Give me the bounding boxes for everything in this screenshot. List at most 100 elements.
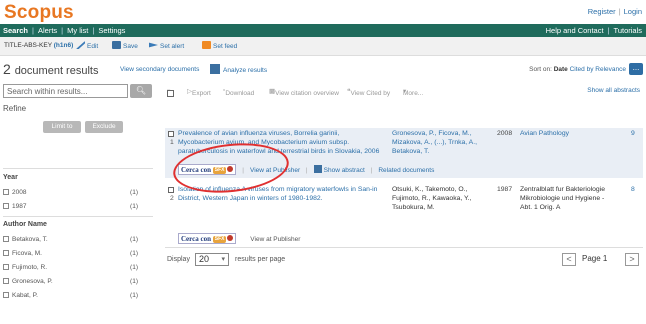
nav-settings[interactable]: Settings [98, 26, 125, 35]
results-toolbar: ▾ ▷ Export ▫ Download ▩ View citation ov… [165, 84, 643, 98]
checkbox[interactable] [3, 189, 9, 195]
sort-cited-by[interactable]: Cited by [570, 66, 594, 73]
sort-date[interactable]: Date [554, 66, 568, 73]
page-number: Page 1 [582, 254, 608, 263]
nav-my-list[interactable]: My list [67, 26, 88, 35]
divider [3, 216, 153, 217]
result-row-2: 2 Isolation of influenza A viruses from … [165, 184, 643, 220]
facet-year-2008[interactable]: 2008 (1) [3, 189, 138, 196]
year-facet-title: Year [3, 174, 18, 181]
register-link[interactable]: Register [588, 7, 616, 16]
result-row-1: 1 Prevalence of avian influenza viruses,… [165, 128, 643, 178]
save-icon [112, 41, 121, 49]
nav-help-contact[interactable]: Help and Contact [546, 26, 604, 35]
facet-author[interactable]: Ficova, M. (1) [3, 250, 138, 257]
results-main: ▾ ▷ Export ▫ Download ▩ View citation ov… [165, 84, 646, 324]
facet-author[interactable]: Fujimoto, R. (1) [3, 264, 138, 271]
search-within-button[interactable]: 🔍︎ [130, 84, 152, 98]
main-nav: Search | Alerts | My list | Settings Help and … [0, 24, 646, 37]
results-header: 2 document results View secondary docume… [0, 56, 646, 84]
sort-options: Sort on: Date Cited by Relevance [529, 66, 626, 73]
result-2-actions: Cerca con SFX View at Publisher [178, 233, 300, 244]
query-bar: TITLE-ABS-KEY (h1n6) Edit Save Set alert… [0, 37, 646, 56]
result-source[interactable]: Zentralblatt fur Bakteriologie Mikrobiol… [520, 185, 620, 212]
show-abstract-link[interactable]: Show abstract [313, 165, 365, 174]
result-year: 2008 [497, 130, 513, 137]
checkbox[interactable] [3, 236, 9, 242]
edit-button[interactable]: Edit [76, 41, 98, 50]
search-icon: 🔍︎ [135, 86, 147, 95]
related-documents-link[interactable]: Related documents [378, 167, 434, 174]
cerca-con-sfx-button[interactable]: Cerca con SFX [178, 164, 237, 175]
citation-overview-button[interactable]: ▩ View citation overview [269, 87, 339, 97]
view-publisher-link[interactable]: View at Publisher [250, 167, 300, 174]
checkbox[interactable] [3, 264, 9, 270]
checkbox[interactable] [3, 292, 9, 298]
result-title-link[interactable]: Prevalence of avian influenza viruses, B… [178, 129, 392, 156]
result-number: 1 [170, 139, 174, 146]
show-all-abstracts-link[interactable]: Show all abstracts [587, 87, 640, 94]
result-number: 2 [170, 195, 174, 202]
search-within-input[interactable]: Search within results... [3, 84, 128, 98]
save-button[interactable]: Save [112, 41, 138, 50]
login-link[interactable]: Login [624, 7, 642, 16]
set-alert-button[interactable]: Set alert [149, 41, 184, 50]
checkbox[interactable] [3, 250, 9, 256]
analyze-results-link[interactable]: Analyze results [210, 64, 267, 74]
pagination-bar: Display 20 ▾ results per page < Page 1 > [165, 247, 643, 267]
cerca-con-sfx-button[interactable]: Cerca con SFX [178, 233, 237, 244]
pager: < Page 1 > [562, 253, 640, 266]
result-checkbox[interactable] [168, 187, 174, 193]
alert-icon [149, 42, 158, 48]
query-string: TITLE-ABS-KEY (h1n6) [4, 42, 74, 49]
sort-more-button[interactable]: ... [629, 63, 643, 75]
author-facet-title: Author Name [3, 221, 47, 228]
account-links: Register | Login [587, 7, 642, 16]
view-secondary-link[interactable]: View secondary documents [120, 66, 199, 73]
facet-author[interactable]: Betakova, T. (1) [3, 236, 138, 243]
checkbox[interactable] [3, 278, 9, 284]
result-source-link[interactable]: Avian Pathology [520, 129, 620, 138]
set-feed-button[interactable]: Set feed [202, 41, 237, 50]
cited-by-button[interactable]: ❝ View Cited by [347, 87, 390, 97]
result-actions: Cerca con SFX | View at Publisher | Show a… [178, 164, 434, 176]
more-menu[interactable]: More... ▾ [403, 87, 423, 97]
display-label: Display [167, 256, 190, 263]
divider [3, 168, 153, 169]
view-publisher-link[interactable]: View at Publisher [250, 236, 300, 243]
select-all-checkbox[interactable]: ▾ [167, 87, 174, 97]
result-authors[interactable]: Otsuki, K., Takemoto, O., Fujimoto, R., … [392, 185, 495, 212]
sfx-logo: SFX [212, 167, 227, 174]
limit-to-button[interactable]: Limit to [43, 121, 81, 133]
per-page-label: results per page [235, 256, 286, 263]
result-authors[interactable]: Gronesova, P., Ficova, M., Mizakova, A.,… [392, 129, 495, 156]
top-header: Scopus Register | Login [0, 0, 646, 24]
nav-alerts[interactable]: Alerts [38, 26, 57, 35]
results-per-page-select[interactable]: 20 ▾ [195, 253, 229, 266]
download-button[interactable]: ▫ Download [223, 87, 254, 97]
checkbox[interactable] [3, 203, 9, 209]
nav-tutorials[interactable]: Tutorials [614, 26, 642, 35]
abstract-icon [313, 165, 322, 173]
export-button[interactable]: ▷ Export [187, 87, 211, 97]
rss-feed-icon [202, 41, 211, 49]
result-cited-count[interactable]: 9 [631, 129, 635, 138]
result-checkbox[interactable] [168, 131, 174, 137]
refine-heading: Refine [3, 104, 27, 113]
sort-relevance[interactable]: Relevance [595, 66, 626, 73]
chart-icon [210, 64, 220, 74]
pencil-icon [76, 41, 85, 49]
exclude-button[interactable]: Exclude [85, 121, 123, 133]
nav-search[interactable]: Search [3, 26, 28, 35]
result-cited-count[interactable]: 8 [631, 185, 635, 194]
result-title-link[interactable]: Isolation of influenza A viruses from mi… [178, 185, 392, 203]
results-count: 2 document results [3, 61, 99, 77]
sfx-logo: SFX [212, 236, 227, 243]
facet-author[interactable]: Kabat, P. (1) [3, 292, 138, 299]
chevron-down-icon: ▾ [221, 256, 225, 263]
scopus-logo[interactable]: Scopus [4, 2, 74, 24]
next-page-button[interactable]: > [625, 253, 639, 266]
facet-author[interactable]: Gronesova, P. (1) [3, 278, 138, 285]
prev-page-button[interactable]: < [562, 253, 576, 266]
facet-year-1987[interactable]: 1987 (1) [3, 203, 138, 210]
